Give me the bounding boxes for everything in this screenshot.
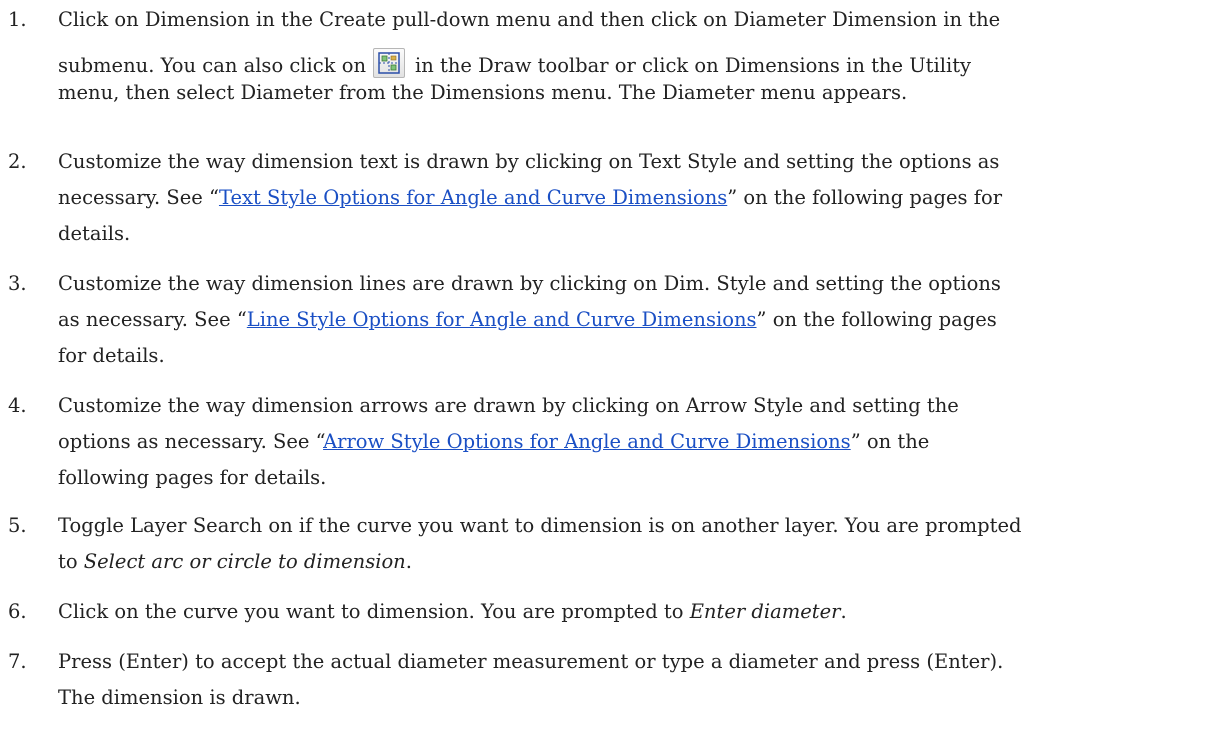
step-number: 7.	[8, 650, 27, 673]
prompt-text: Enter diameter	[689, 600, 841, 623]
step-text-fragment: Click on the curve you want to dimension…	[58, 600, 690, 623]
prompt-text: Select arc or circle to dimension	[83, 550, 406, 573]
step-text: Click on the curve you want to dimension…	[58, 594, 1198, 630]
step-number: 5.	[8, 514, 27, 537]
step-text: Customize the way dimension arrows are d…	[58, 388, 1198, 496]
diameter-dimension-icon[interactable]	[373, 48, 406, 78]
step-text: Click on Dimension in the Create pull-do…	[58, 2, 1198, 111]
step-line: Press (Enter) to accept the actual diame…	[58, 650, 1004, 673]
step-number: 1.	[8, 8, 27, 31]
step-line: options as necessary. See “Arrow Style O…	[58, 424, 1198, 460]
step-line: for details.	[58, 344, 165, 367]
step-line: Click on the curve you want to dimension…	[58, 594, 1198, 630]
text-style-options-link[interactable]: Text Style Options for Angle and Curve D…	[219, 186, 727, 209]
step-number: 6.	[8, 600, 27, 623]
step-number: 2.	[8, 150, 27, 173]
step-line: menu, then select Diameter from the Dime…	[58, 81, 908, 104]
step-text: Customize the way dimension text is draw…	[58, 144, 1198, 252]
step-text-fragment: to	[58, 550, 84, 573]
step-number: 3.	[8, 272, 27, 295]
step-text-fragment: ” on the	[850, 430, 930, 453]
step-text-fragment: .	[840, 600, 847, 623]
step-text: Toggle Layer Search on if the curve you …	[58, 508, 1198, 580]
step-line: Customize the way dimension text is draw…	[58, 150, 1000, 173]
step-text-fragment: submenu. You can also click on	[58, 54, 367, 77]
arrow-style-options-link[interactable]: Arrow Style Options for Angle and Curve …	[323, 430, 851, 453]
step-text-fragment: as necessary. See “	[58, 308, 247, 331]
step-text-fragment: .	[405, 550, 412, 573]
step-number: 4.	[8, 394, 27, 417]
step-text: Press (Enter) to accept the actual diame…	[58, 644, 1198, 716]
step-line: Click on Dimension in the Create pull-do…	[58, 8, 1001, 31]
step-text-fragment: necessary. See “	[58, 186, 219, 209]
step-line: necessary. See “Text Style Options for A…	[58, 180, 1198, 216]
step-line: Toggle Layer Search on if the curve you …	[58, 514, 1022, 537]
step-line: as necessary. See “Line Style Options fo…	[58, 302, 1198, 338]
step-line: The dimension is drawn.	[58, 686, 301, 709]
step-text-fragment: ” on the following pages for	[727, 186, 1003, 209]
step-line: details.	[58, 222, 131, 245]
step-text-fragment: in the Draw toolbar or click on Dimensio…	[415, 54, 972, 77]
step-line: to Select arc or circle to dimension.	[58, 544, 1198, 580]
step-text-fragment: ” on the following pages	[756, 308, 997, 331]
line-style-options-link[interactable]: Line Style Options for Angle and Curve D…	[247, 308, 757, 331]
step-text-fragment: options as necessary. See “	[58, 430, 324, 453]
step-text: Customize the way dimension lines are dr…	[58, 266, 1198, 374]
step-line: Customize the way dimension lines are dr…	[58, 272, 1001, 295]
step-line: following pages for details.	[58, 466, 327, 489]
step-line: Customize the way dimension arrows are d…	[58, 394, 959, 417]
